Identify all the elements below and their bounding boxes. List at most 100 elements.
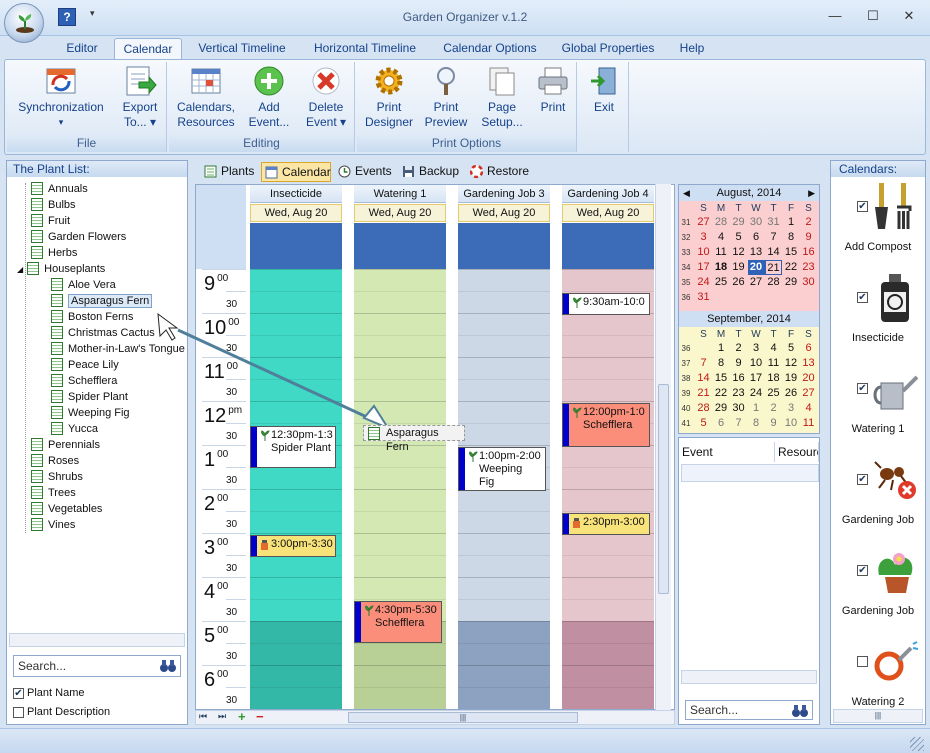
day-cell[interactable]: 30: [800, 275, 817, 290]
maximize-button[interactable]: ☐: [860, 6, 886, 26]
tree-item-spider-plant[interactable]: Spider Plant: [51, 389, 128, 405]
day-cell[interactable]: 20: [800, 371, 817, 386]
day-cell[interactable]: 29: [730, 215, 747, 230]
event-930am[interactable]: 9:30am-10:0: [562, 293, 650, 315]
calendars-hscrollbar[interactable]: |||: [833, 709, 923, 723]
tree-item-annuals[interactable]: Annuals: [31, 181, 88, 197]
all-day-area[interactable]: [250, 223, 342, 269]
tree-item-schefflera[interactable]: Schefflera: [51, 373, 117, 389]
day-cell[interactable]: 4: [800, 401, 817, 416]
tree-item-houseplants[interactable]: ◢ Houseplants: [17, 261, 105, 277]
day-cell[interactable]: 3: [748, 341, 765, 356]
event-list-row[interactable]: [681, 464, 819, 482]
all-day-area[interactable]: [354, 223, 446, 269]
day-cell[interactable]: 5: [730, 230, 747, 245]
tree-item-garden-flowers[interactable]: Garden Flowers: [31, 229, 126, 245]
calendar-hscroll-thumb[interactable]: |||: [348, 712, 578, 723]
day-cell[interactable]: 29: [783, 275, 800, 290]
day-cell[interactable]: 7: [765, 230, 782, 245]
view-tab-plants[interactable]: Plants: [201, 162, 257, 182]
day-cell[interactable]: 22: [713, 386, 730, 401]
resource-column-header[interactable]: Resource: [775, 442, 819, 462]
day-cell[interactable]: 14: [765, 245, 782, 260]
day-cell[interactable]: 11: [800, 416, 817, 431]
day-cell[interactable]: 27: [748, 275, 765, 290]
plant-list-hscrollbar[interactable]: [9, 633, 185, 647]
day-cell[interactable]: 21: [765, 260, 782, 275]
tree-item-weeping-fig[interactable]: Weeping Fig: [51, 405, 130, 421]
calendar-item-insecticide[interactable]: ✔ Insecticide: [831, 272, 925, 360]
day-cell[interactable]: 9: [800, 230, 817, 245]
day-cell[interactable]: 8: [748, 416, 765, 431]
day-cell[interactable]: 5: [695, 416, 712, 431]
plant-name-checkbox[interactable]: ✔: [13, 688, 24, 699]
day-cell[interactable]: 1: [713, 341, 730, 356]
day-cell[interactable]: 27: [695, 215, 712, 230]
event-list-hscrollbar[interactable]: [681, 670, 817, 684]
calendar-item-gardening-job-flower[interactable]: ✔ Gardening Job: [831, 545, 925, 633]
export-to-button[interactable]: Export To... ▾: [115, 64, 165, 130]
day-cell[interactable]: 7: [730, 416, 747, 431]
day-cell[interactable]: 2: [800, 215, 817, 230]
exit-button[interactable]: Exit: [581, 64, 627, 115]
minimize-button[interactable]: —: [822, 6, 848, 26]
calendar-checkbox[interactable]: [857, 656, 868, 667]
calendar-item-add-compost[interactable]: ✔ Add Compost: [831, 181, 925, 269]
day-cell[interactable]: 16: [730, 371, 747, 386]
day-cell[interactable]: 10: [783, 416, 800, 431]
day-cell[interactable]: 28: [765, 275, 782, 290]
day-cell[interactable]: 26: [730, 275, 747, 290]
day-cell[interactable]: 8: [713, 356, 730, 371]
day-cell[interactable]: 11: [765, 356, 782, 371]
tab-global-properties[interactable]: Global Properties: [554, 38, 662, 60]
day-cell[interactable]: 21: [695, 386, 712, 401]
day-cell[interactable]: 4: [713, 230, 730, 245]
calendar-vscroll-thumb[interactable]: [658, 384, 669, 594]
view-tab-backup[interactable]: Backup: [399, 162, 463, 182]
tree-item-vines[interactable]: Vines: [31, 517, 75, 533]
event-3pm-insecticide[interactable]: 3:00pm-3:30: [250, 535, 336, 557]
day-cell[interactable]: 8: [783, 230, 800, 245]
day-cell[interactable]: 13: [748, 245, 765, 260]
remove-resource-button[interactable]: −: [256, 709, 264, 724]
day-cell[interactable]: 11: [713, 245, 730, 260]
day-cell[interactable]: 15: [783, 245, 800, 260]
day-cell[interactable]: 13: [800, 356, 817, 371]
day-cell[interactable]: 17: [748, 371, 765, 386]
first-button[interactable]: ⏮: [199, 711, 207, 722]
event-schefflera-job4[interactable]: 12:00pm-1:0 Schefflera: [562, 403, 650, 447]
view-tab-restore[interactable]: Restore: [467, 162, 533, 182]
tree-item-shrubs[interactable]: Shrubs: [31, 469, 83, 485]
expand-triangle-icon[interactable]: ◢: [17, 265, 23, 274]
day-cell[interactable]: 26: [783, 386, 800, 401]
day-cell[interactable]: 16: [800, 245, 817, 260]
column-header[interactable]: Gardening Job 3: [458, 185, 550, 203]
day-cell[interactable]: [800, 290, 817, 305]
tree-item-bulbs[interactable]: Bulbs: [31, 197, 76, 213]
column-header[interactable]: Insecticide: [250, 185, 342, 203]
calendar-item-gardening-job-pests[interactable]: ✔ Gardening Job: [831, 454, 925, 542]
tree-item-perennials[interactable]: Perennials: [31, 437, 100, 453]
day-cell[interactable]: 5: [783, 341, 800, 356]
event-schefflera-watering[interactable]: 4:30pm-5:30 Schefflera: [354, 601, 442, 643]
day-cell[interactable]: 1: [748, 401, 765, 416]
day-cell[interactable]: 4: [765, 341, 782, 356]
plant-description-checkbox[interactable]: [13, 707, 24, 718]
calendar-checkbox[interactable]: ✔: [857, 474, 868, 485]
tree-item-peace-lily[interactable]: Peace Lily: [51, 357, 119, 373]
day-cell[interactable]: 15: [713, 371, 730, 386]
print-preview-button[interactable]: Print Preview: [421, 64, 471, 130]
add-event-button[interactable]: Add Event...: [243, 64, 295, 130]
tab-help[interactable]: Help: [670, 38, 714, 60]
day-cell[interactable]: 29: [713, 401, 730, 416]
day-cell[interactable]: 28: [713, 215, 730, 230]
day-cell[interactable]: [783, 290, 800, 305]
app-menu-button[interactable]: [4, 3, 44, 43]
day-cell[interactable]: [748, 290, 765, 305]
day-cell[interactable]: 14: [695, 371, 712, 386]
delete-event-button[interactable]: Delete Event ▾: [299, 64, 353, 130]
day-cell[interactable]: [765, 290, 782, 305]
tab-vertical-timeline[interactable]: Vertical Timeline: [188, 38, 296, 60]
day-cell[interactable]: 20: [747, 260, 765, 275]
calendar-checkbox[interactable]: ✔: [857, 292, 868, 303]
